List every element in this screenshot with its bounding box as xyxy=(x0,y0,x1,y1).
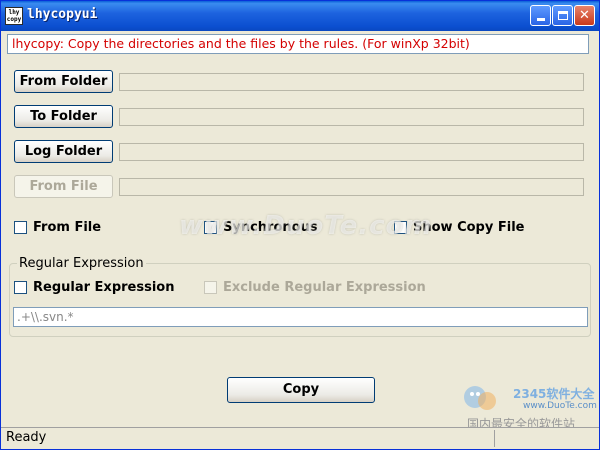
close-icon: ✕ xyxy=(579,8,590,23)
regular-expression-checkbox-label: Regular Expression xyxy=(33,279,175,295)
from-folder-path-field[interactable] xyxy=(119,73,584,91)
description-banner: lhycopy: Copy the directories and the fi… xyxy=(7,34,589,54)
exclude-regex-checkbox-row[interactable]: Exclude Regular Expression xyxy=(204,279,426,295)
watermark-center: www.DuoTe.com xyxy=(179,211,433,241)
from-file-path-field[interactable] xyxy=(119,178,584,196)
to-folder-button[interactable]: To Folder xyxy=(14,105,113,128)
regular-expression-checkbox[interactable] xyxy=(14,280,27,294)
exclude-regex-checkbox-label: Exclude Regular Expression xyxy=(223,279,426,295)
title-bar[interactable]: lhy copy lhycopyui ✕ xyxy=(1,1,599,31)
exclude-regex-checkbox[interactable] xyxy=(204,280,217,294)
maximize-icon xyxy=(557,11,568,20)
copy-button[interactable]: Copy xyxy=(227,377,375,403)
from-folder-button[interactable]: From Folder xyxy=(14,70,113,93)
close-button[interactable]: ✕ xyxy=(574,5,595,26)
status-text: Ready xyxy=(6,430,47,445)
app-icon[interactable]: lhy copy xyxy=(5,7,23,25)
window-title: lhycopyui xyxy=(27,7,98,22)
status-bar-divider xyxy=(494,430,495,447)
regex-pattern-input[interactable]: .+\\.svn.* xyxy=(13,307,588,327)
from-file-checkbox-row[interactable]: From File xyxy=(14,219,101,235)
log-folder-button[interactable]: Log Folder xyxy=(14,140,113,163)
app-window: lhy copy lhycopyui ✕ lhycopy: Copy the di… xyxy=(0,0,600,450)
watermark-logo-url: www.DuoTe.com xyxy=(523,401,597,411)
status-bar: Ready xyxy=(1,427,599,449)
log-folder-path-field[interactable] xyxy=(119,143,584,161)
from-file-button[interactable]: From File xyxy=(14,175,113,198)
minimize-icon xyxy=(536,18,545,21)
from-file-checkbox-label: From File xyxy=(33,219,102,235)
maximize-button[interactable] xyxy=(552,5,573,26)
regular-expression-checkbox-row[interactable]: Regular Expression xyxy=(14,279,174,295)
to-folder-path-field[interactable] xyxy=(119,108,584,126)
minimize-button[interactable] xyxy=(530,5,551,26)
from-file-checkbox[interactable] xyxy=(14,220,27,234)
watermark-logo-text: 2345软件大全 xyxy=(513,387,595,401)
watermark-logo-icon xyxy=(464,386,496,410)
regex-group-title: Regular Expression xyxy=(17,256,146,271)
